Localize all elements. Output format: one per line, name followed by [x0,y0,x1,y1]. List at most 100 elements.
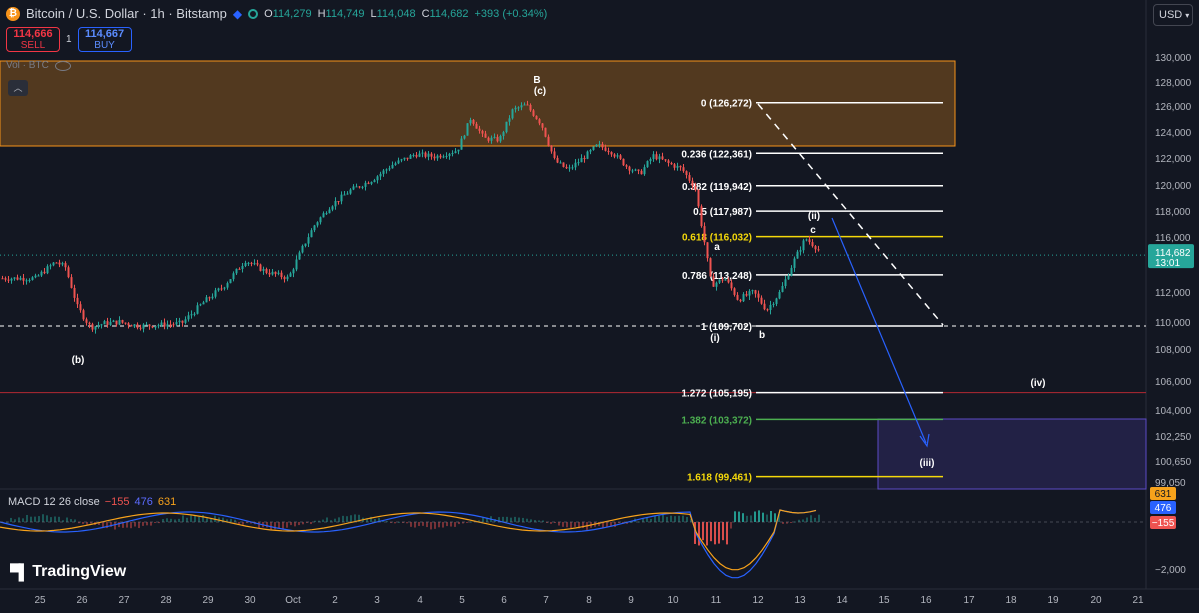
macd-histogram-bar [454,522,456,527]
candle-body [691,180,694,187]
macd-histogram-bar [606,522,608,527]
macd-histogram-bar [506,516,508,522]
candle-body [64,263,67,268]
fib-level-label: 0.236 (122,361) [681,149,752,160]
macd-histogram-bar [230,518,232,522]
candle-body [244,262,247,266]
candle-body [379,173,382,177]
macd-histogram-bar [202,515,204,522]
macd-histogram-bar [662,514,664,522]
candle-body [127,323,130,326]
macd-histogram-bar [26,514,28,522]
macd-value-label: −155 [1152,518,1175,529]
candle-body [232,273,235,280]
candle-body [364,182,367,187]
candle-body [391,164,394,169]
macd-histogram-bar [198,516,200,522]
candle-body [94,326,97,330]
price-tick-label: 130,000 [1155,53,1192,64]
candle-body [535,115,538,120]
macd-histogram-bar [754,511,756,522]
macd-histogram-bar [350,515,352,522]
macd-histogram-bar [258,522,260,529]
candle-body [337,201,340,203]
candle-body [547,136,550,146]
candle-body [103,321,106,325]
macd-histogram-bar [326,517,328,522]
buy-button[interactable]: 114,667 BUY [77,27,132,52]
candle-body [283,277,286,280]
market-status-icon [248,8,259,19]
macd-histogram-bar [266,522,268,528]
price-chart[interactable]: 0 (126,272)0.236 (122,361)0.382 (119,942… [0,0,1199,613]
macd-histogram-bar [434,522,436,529]
candle-body [328,209,331,214]
candle-body [367,182,370,184]
sell-button[interactable]: 114,666 SELL [6,27,60,52]
candle-body [109,321,112,325]
candle-body [85,319,88,323]
bitcoin-icon: ₿ [6,6,20,21]
currency-select[interactable]: USD ▾ [1153,4,1193,26]
collapse-legend-button[interactable]: ︿ [8,80,28,96]
macd-histogram-bar [186,517,188,522]
symbol-title[interactable]: Bitcoin / U.S. Dollar · 1h · Bitstamp [26,6,227,21]
price-tick-label: 124,000 [1155,128,1192,139]
macd-histogram-bar [458,522,460,525]
candle-body [454,151,457,154]
candle-body [763,303,766,310]
candle-body [781,285,784,292]
macd-histogram-bar [726,522,728,545]
fib-level-label: 0 (126,272) [701,99,752,110]
macd-histogram-bar [86,522,88,525]
macd-histogram-bar [610,522,612,526]
date-tick-label: 27 [118,595,130,606]
candle-body [544,127,547,137]
candle-body [811,242,814,247]
candle-body [148,324,151,327]
candle-body [514,107,517,110]
price-tick-label: 106,000 [1155,377,1192,388]
macd-histogram-bar [522,517,524,522]
candle-body [799,250,802,252]
candle-body [88,322,91,325]
macd-histogram-bar [550,522,552,524]
date-tick-label: 18 [1005,595,1017,606]
price-tick-label: 110,000 [1155,318,1191,329]
candle-body [343,194,346,196]
candle-body [775,298,778,304]
candle-body [460,138,463,150]
macd-histogram-bar [190,515,192,522]
alert-bell-icon[interactable]: ◆ [233,7,242,21]
macd-histogram-bar [570,522,572,529]
eye-icon[interactable] [54,60,71,71]
macd-histogram-bar [658,515,660,522]
candle-body [322,213,325,218]
date-tick-label: 17 [963,595,975,606]
candle-body [502,132,505,137]
candle-body [214,290,217,297]
wave-label: c [810,225,816,236]
candle-body [529,104,532,111]
candle-body [418,153,421,157]
candle-body [40,271,43,276]
candle-body [742,294,745,302]
candle-body [520,105,523,108]
candle-body [709,258,712,277]
candle-body [712,276,715,287]
macd-histogram-bar [718,522,720,544]
candle-body [184,319,187,323]
candle-body [700,206,703,227]
macd-histogram-bar [678,515,680,522]
macd-histogram-bar [174,519,176,522]
macd-histogram-bar [82,522,84,524]
candle-body [736,294,739,300]
candle-body [526,104,529,106]
candle-body [91,324,94,330]
candle-body [49,265,52,267]
date-tick-label: 7 [543,595,549,606]
candle-body [748,291,751,296]
candle-body [772,303,775,305]
candle-body [412,155,415,157]
candle-body [511,109,514,119]
